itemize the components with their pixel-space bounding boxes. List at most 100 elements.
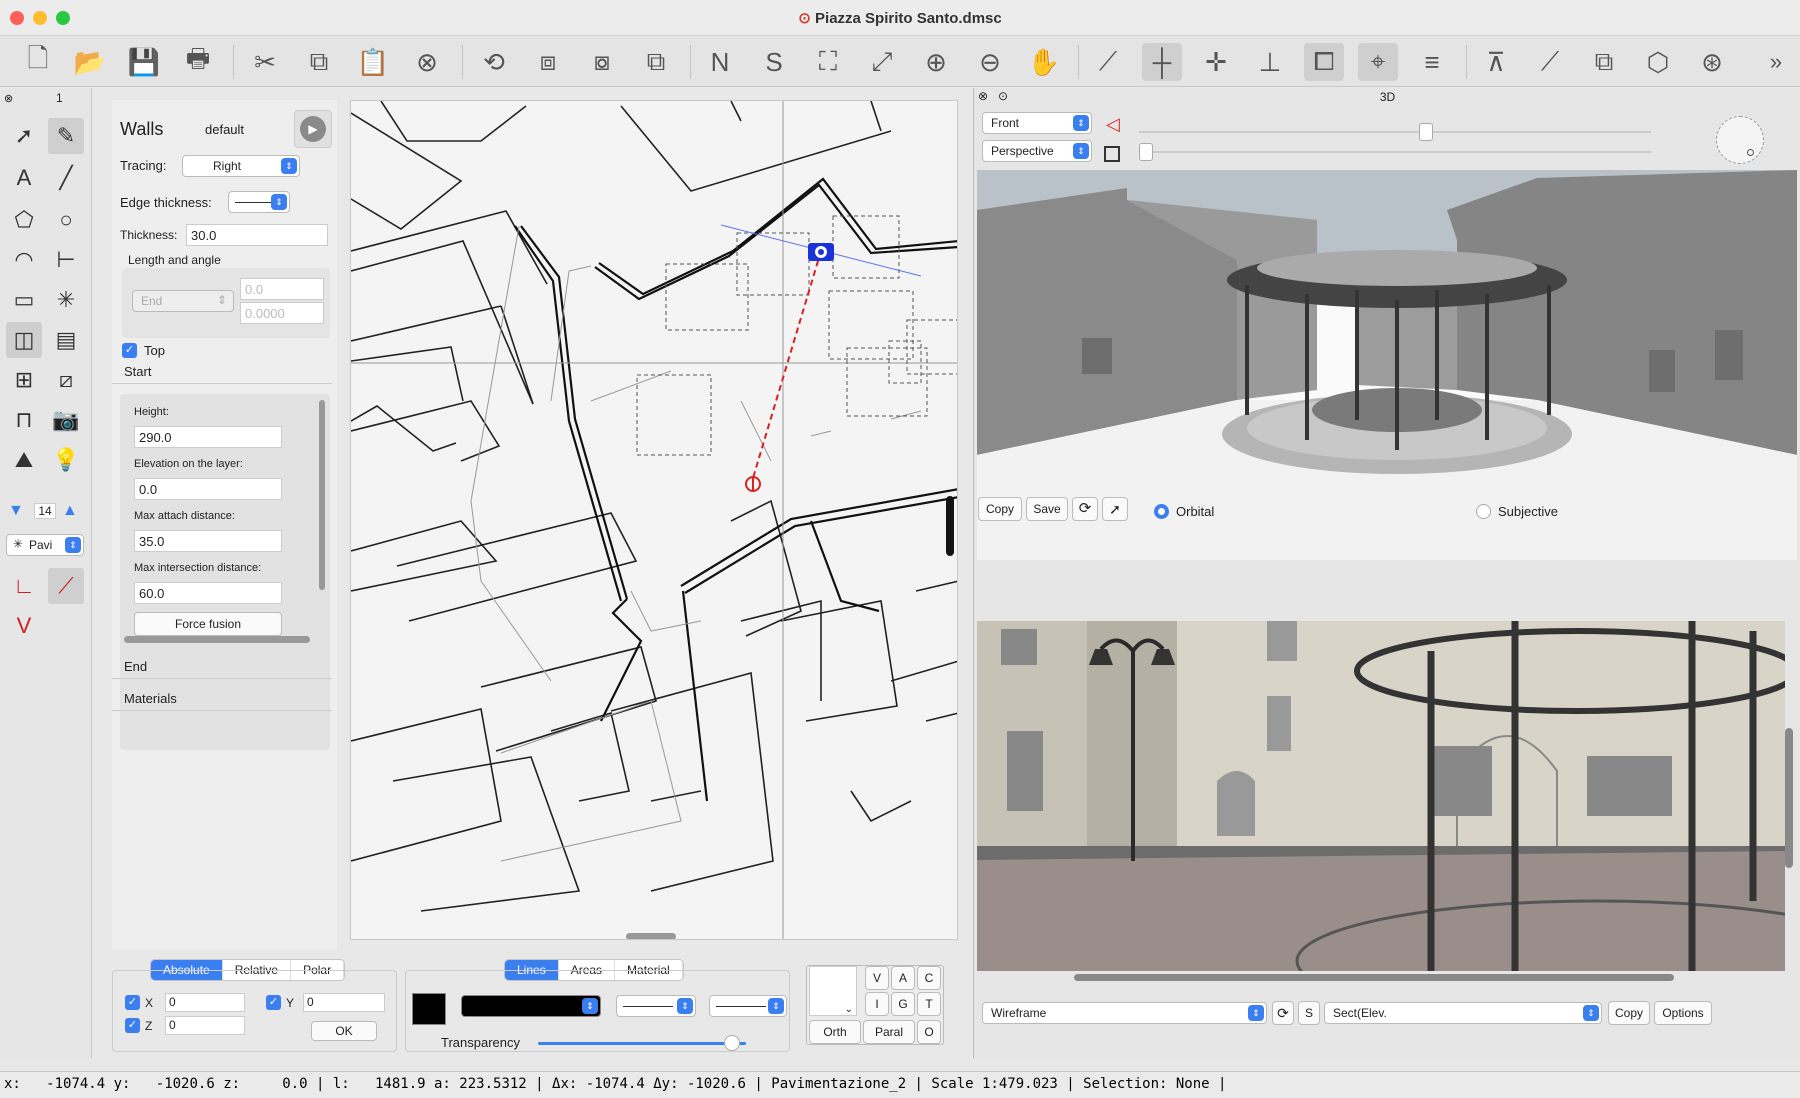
panel-close-icon[interactable]: ⊗ [4,92,13,105]
start-section-header[interactable]: Start [112,362,332,384]
zoom-out-icon[interactable]: ⊖ [970,43,1010,81]
paral-button[interactable]: Paral [863,1020,915,1044]
camera-tool[interactable]: 📷 [48,402,84,438]
elevation-input[interactable]: 0.0 [134,478,282,500]
copy-icon[interactable]: ⧉ [299,43,339,81]
line-color-swatch[interactable] [412,993,446,1025]
elevation-icon[interactable]: ⟋ [1530,43,1570,81]
view-v-button[interactable]: V [865,966,889,990]
fit-selection-icon[interactable]: ⛶ [808,43,848,81]
line-tool-icon[interactable]: ⟋ [1088,43,1128,81]
view-t-button[interactable]: T [917,992,941,1016]
measure-tool[interactable]: ⟋ [48,568,84,604]
paste-icon[interactable]: 📋 [353,43,393,81]
lines-icon[interactable]: ≡ [1412,43,1452,81]
camera-slider-knob[interactable] [1418,123,1433,141]
orth-button[interactable]: Orth [809,1020,861,1044]
ok-button[interactable]: OK [311,1021,377,1041]
max-intersection-input[interactable]: 60.0 [134,582,282,604]
snap-origin-icon[interactable]: ✛ [1196,43,1236,81]
x-input[interactable]: 0 [165,993,245,1012]
plan-horizontal-scrollbar[interactable] [626,933,676,939]
view-g-button[interactable]: G [891,992,915,1016]
vertical-scrollbar[interactable] [319,400,325,590]
render-vertical-scrollbar[interactable] [1785,728,1793,868]
pattern-select[interactable]: ✳ Pavi ⇕ [6,534,84,556]
delete-icon[interactable]: ⊗ [407,43,447,81]
star-tool[interactable]: ✳ [48,282,84,318]
edge-thickness-select[interactable]: ⇕ [228,191,290,213]
3d-render-orbital[interactable] [977,170,1797,560]
dimension-tool[interactable]: ⊢ [48,242,84,278]
line-tool[interactable]: ╱ [48,160,84,196]
layers-icon[interactable]: ⧠ [1304,43,1344,81]
new-file-icon[interactable]: 🗋 [18,43,58,81]
y-checkbox[interactable]: ✓ [266,995,281,1010]
polygon-tool[interactable]: ⬠ [6,202,42,238]
section-select[interactable]: Sect(Elev. ⇕ [1324,1002,1602,1024]
light-direction-icon[interactable]: ◁ [1106,114,1120,135]
window-tool[interactable]: ⊞ [6,362,42,398]
box-icon[interactable] [1104,146,1120,162]
pointer-icon[interactable]: ➚ [1102,497,1128,521]
roof-tool[interactable]: ⧄ [48,362,84,398]
arc-tool[interactable]: ◠ [6,242,42,278]
top-checkbox[interactable]: ✓ [122,343,137,358]
fit-all-icon[interactable]: ⤢ [862,43,902,81]
select-pointer-icon[interactable]: ⌖ [1358,43,1398,81]
ungroup-icon[interactable]: ⧇ [582,43,622,81]
print-icon[interactable]: 🖶 [178,43,218,81]
end-section-header[interactable]: End [112,657,332,679]
play-button[interactable]: ▶ [294,110,332,148]
group-icon[interactable]: ⧈ [528,43,568,81]
z-input[interactable]: 0 [165,1016,245,1035]
stack-icon[interactable]: ⧉ [1584,43,1624,81]
terrain-tool[interactable]: ⛰ [6,442,42,478]
wheel-icon[interactable]: ⊛ [1692,43,1732,81]
pan-hand-icon[interactable]: ✋ [1024,43,1064,81]
north-icon[interactable]: N [700,43,740,81]
arrange-icon[interactable]: ⧉ [636,43,676,81]
y-input[interactable]: 0 [303,993,385,1012]
cut-icon[interactable]: ✂ [245,43,285,81]
circle-tool[interactable]: ○ [48,202,84,238]
angle-tool[interactable]: V [6,608,42,644]
orbital-radio[interactable] [1154,504,1169,519]
subjective-radio[interactable] [1476,504,1491,519]
max-attach-input[interactable]: 35.0 [134,530,282,552]
south-icon[interactable]: S [754,43,794,81]
plan-view-canvas[interactable] [350,100,958,940]
stairs-tool[interactable]: ▤ [48,322,84,358]
layer-up-icon[interactable]: ▲ [62,502,78,520]
x-checkbox[interactable]: ✓ [125,995,140,1010]
horizontal-scrollbar[interactable] [124,636,310,643]
3d-render-subjective[interactable] [977,621,1785,971]
more-tools-button[interactable]: » [1756,43,1796,81]
dimensions-icon[interactable]: ⊥ [1250,43,1290,81]
thickness-input[interactable]: 30.0 [186,224,328,246]
materials-section-header[interactable]: Materials [112,689,332,711]
preview-swatch[interactable]: ⌄ [809,966,857,1016]
view-c-button[interactable]: C [917,966,941,990]
wall-tool-icon[interactable]: ⊼ [1476,43,1516,81]
zoom-in-icon[interactable]: ⊕ [916,43,956,81]
tracing-select[interactable]: Right ⇕ [182,155,300,177]
wall-tool[interactable]: ◫ [6,322,42,358]
refresh-render-icon[interactable]: ⟳ [1272,1001,1294,1025]
rectangle-tool[interactable]: ▭ [6,282,42,318]
transparency-slider-knob[interactable] [724,1035,740,1051]
rotation-dial[interactable] [1716,116,1764,164]
cube-icon[interactable]: ⬡ [1638,43,1678,81]
plan-vertical-scrollbar[interactable] [946,496,954,556]
select-arrow-tool[interactable]: ➚ [6,118,42,154]
zoom-slider-knob[interactable] [1139,143,1153,161]
s-button[interactable]: S [1298,1001,1320,1025]
view-direction-select[interactable]: Front ⇕ [982,112,1092,134]
options-button[interactable]: Options [1654,1001,1712,1025]
view-a-button[interactable]: A [891,966,915,990]
axis-tool[interactable]: ∟ [6,568,42,604]
copy-3d-button[interactable]: Copy [978,497,1022,521]
layer-down-icon[interactable]: ▼ [8,502,24,520]
zoom-slider-track[interactable] [1139,151,1651,153]
transparency-slider[interactable] [538,1042,746,1045]
